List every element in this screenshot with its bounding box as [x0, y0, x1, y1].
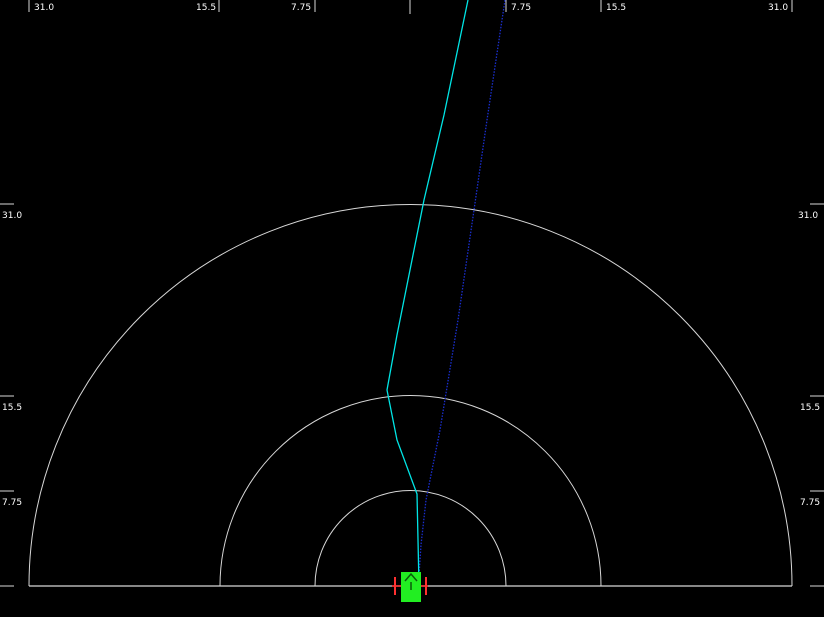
right-label-outer: 31.0	[798, 211, 818, 221]
range-ring-inner	[314, 490, 507, 587]
left-label-mid: 15.5	[2, 403, 22, 413]
left-axis: 31.0 15.5 7.75	[0, 203, 22, 587]
range-rings	[28, 204, 793, 587]
top-label-left-outer: 31.0	[34, 3, 54, 13]
right-label-inner: 7.75	[800, 498, 820, 508]
radar-view: 31.0 15.5 7.75 7.75 15.5 31.0 31.0 15.5 …	[0, 0, 824, 602]
top-label-left-inner: 7.75	[291, 3, 311, 13]
top-label-right-mid: 15.5	[606, 3, 626, 13]
top-axis: 31.0 15.5 7.75 7.75 15.5 31.0	[28, 0, 793, 14]
top-label-right-inner: 7.75	[511, 3, 531, 13]
top-label-right-outer: 31.0	[768, 3, 788, 13]
right-axis: 31.0 15.5 7.75	[798, 203, 824, 587]
reference-path	[418, 0, 506, 586]
robot-vehicle-icon	[392, 572, 428, 602]
top-label-left-mid: 15.5	[196, 3, 216, 13]
planned-path	[386, 0, 469, 587]
right-label-mid: 15.5	[800, 403, 820, 413]
left-label-inner: 7.75	[2, 498, 22, 508]
left-label-outer: 31.0	[2, 211, 22, 221]
